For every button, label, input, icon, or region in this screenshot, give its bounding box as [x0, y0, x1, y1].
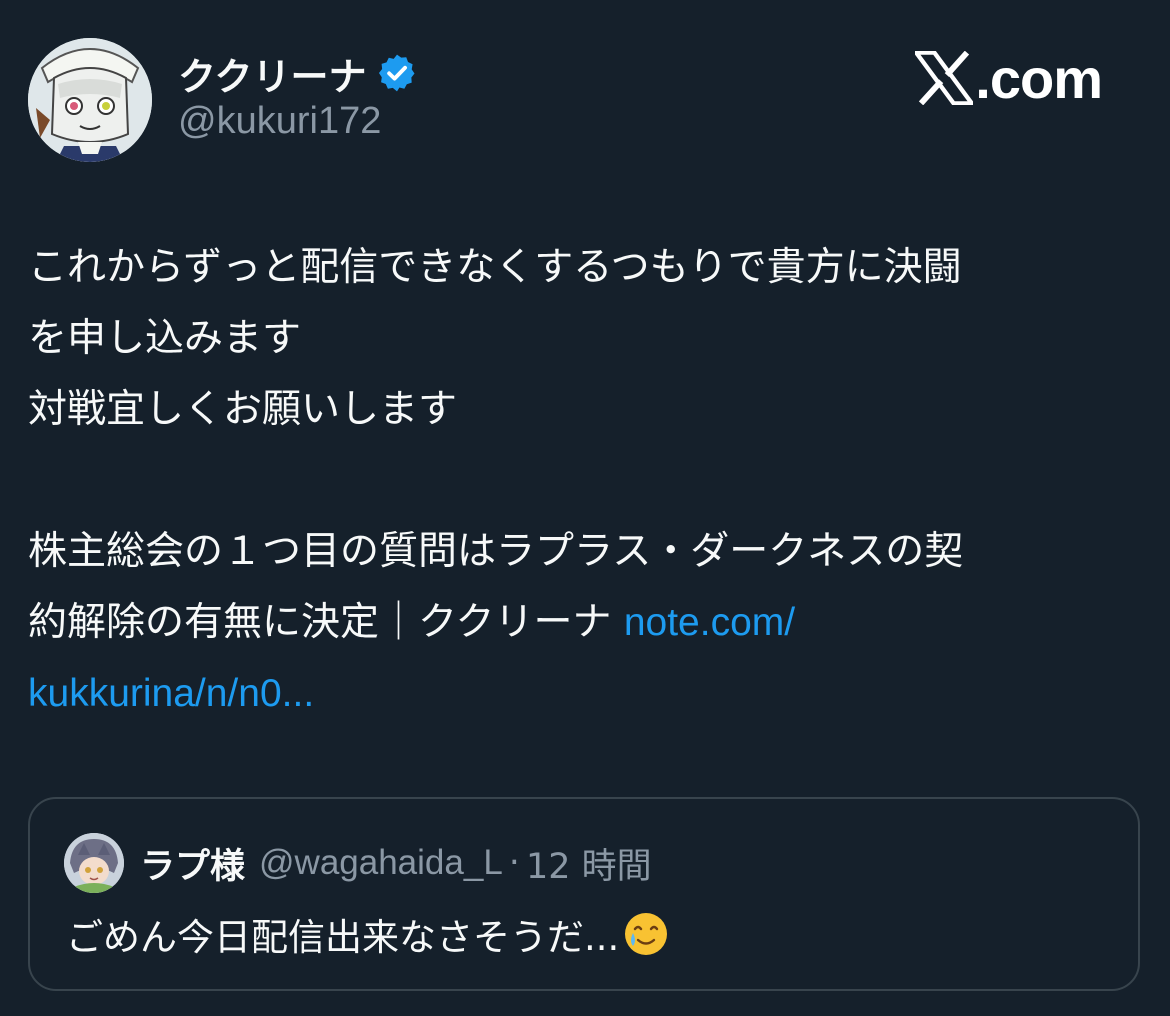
quoted-author-handle[interactable]: @wagahaida_L: [259, 843, 503, 883]
author-name-row: ククリーナ: [178, 46, 418, 101]
brand-logo: .com: [915, 46, 1103, 110]
tweet-header: ククリーナ @kukuri172 .com: [0, 0, 1170, 170]
verified-badge-icon: [376, 52, 418, 94]
quoted-tweet-time[interactable]: 12 時間: [526, 838, 652, 889]
tweet-line-text: 約解除の有無に決定｜ククリーナ: [28, 600, 624, 645]
quoted-tweet-text: ごめん今日配信出来なさそうだ...: [66, 907, 669, 961]
tweet-line-with-link: 約解除の有無に決定｜ククリーナ note.com/: [28, 587, 1128, 658]
tweet-text: これからずっと配信できなくするつもりで貴方に決闘 を申し込みます 対戦宜しくお願…: [28, 232, 1128, 729]
quoted-tweet-card[interactable]: ラプ様 @wagahaida_L · 12 時間 ごめん今日配信出来なさそうだ.…: [28, 797, 1140, 991]
character-avatar-icon: [64, 833, 124, 893]
author-handle[interactable]: @kukuri172: [178, 100, 381, 143]
x-logo-icon: [915, 51, 974, 105]
tweet-link-continued[interactable]: kukkurina/n/n0...: [28, 658, 1128, 729]
quoted-author-name[interactable]: ラプ様: [140, 838, 245, 889]
quoted-author-avatar[interactable]: [64, 833, 124, 893]
meta-separator: ·: [508, 843, 520, 883]
tweet-line: 株主総会の１つ目の質問はラプラス・ダークネスの契: [28, 529, 964, 574]
brand-text: .com: [975, 46, 1103, 110]
author-avatar[interactable]: [28, 38, 152, 162]
tweet-line: 対戦宜しくお願いします: [28, 387, 458, 432]
tweet-line: を申し込みます: [28, 316, 302, 361]
smiling-face-with-tear-icon: [623, 911, 669, 957]
tweet-link[interactable]: note.com/: [624, 601, 795, 644]
character-avatar-icon: [28, 38, 152, 162]
quoted-tweet-meta: ラプ様 @wagahaida_L · 12 時間: [140, 837, 652, 889]
quoted-tweet-text-content: ごめん今日配信出来なさそうだ...: [66, 916, 620, 959]
tweet-line: これからずっと配信できなくするつもりで貴方に決闘: [28, 245, 962, 290]
author-display-name[interactable]: ククリーナ: [178, 46, 366, 101]
